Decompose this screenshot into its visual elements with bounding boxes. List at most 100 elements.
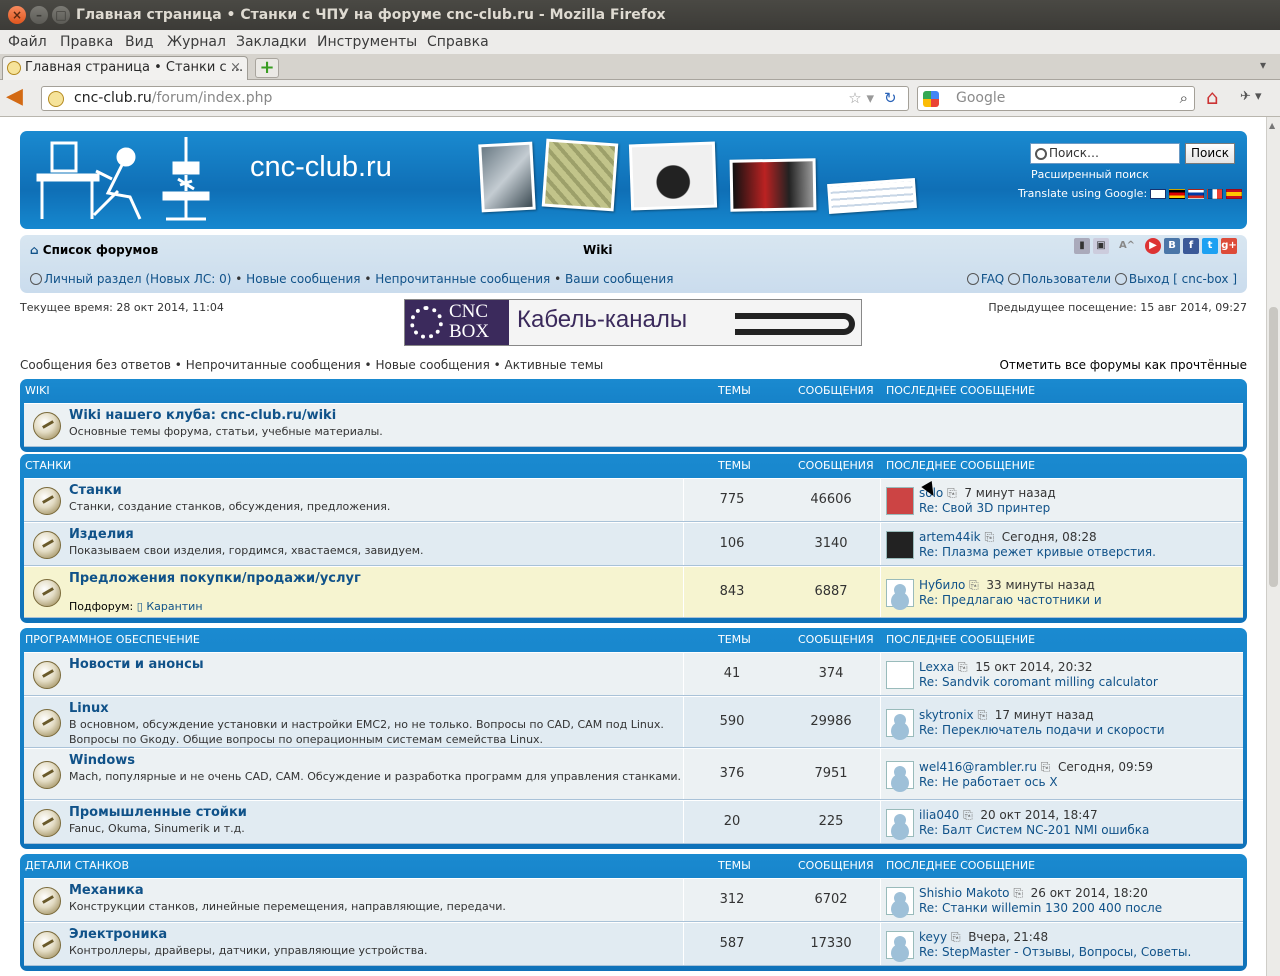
google-icon[interactable] bbox=[923, 91, 939, 107]
last-post-author[interactable]: Нубило bbox=[919, 578, 965, 592]
scroll-up-icon[interactable]: ▲ bbox=[1269, 121, 1275, 130]
last-post-title[interactable]: Re: Не работает ось X bbox=[919, 775, 1058, 789]
forum-title[interactable]: Windows bbox=[69, 753, 135, 768]
avatar[interactable] bbox=[886, 579, 914, 607]
last-post-title[interactable]: Re: Переключатель подачи и скорости bbox=[919, 723, 1165, 737]
scrollbar-thumb[interactable] bbox=[1269, 307, 1278, 587]
users-link[interactable]: Пользователи bbox=[1022, 272, 1111, 286]
last-post-title[interactable]: Re: Sandvik coromant milling calculator bbox=[919, 675, 1158, 689]
view-post-icon[interactable]: ⎘ bbox=[984, 530, 994, 544]
new-tab-button[interactable]: + bbox=[255, 58, 279, 78]
avatar[interactable] bbox=[886, 709, 914, 737]
flag-fr-icon[interactable] bbox=[1207, 188, 1224, 199]
menu-view[interactable]: Вид bbox=[125, 30, 153, 54]
faq-link[interactable]: FAQ bbox=[981, 272, 1004, 286]
last-post-author[interactable]: keyy bbox=[919, 930, 947, 944]
advanced-search-link[interactable]: Расширенный поиск bbox=[1031, 168, 1149, 181]
logout-link[interactable]: Выход [ cnc-box ] bbox=[1129, 272, 1237, 286]
tab-list-icon[interactable]: ▾ bbox=[1260, 58, 1266, 72]
view-post-icon[interactable]: ⎘ bbox=[947, 486, 957, 500]
category-title[interactable]: Станки bbox=[25, 454, 71, 478]
view-post-icon[interactable]: ⎘ bbox=[1013, 886, 1023, 900]
vk-icon[interactable]: B bbox=[1164, 238, 1180, 254]
avatar[interactable] bbox=[886, 809, 914, 837]
last-post-title[interactable]: Re: Свой 3D принтер bbox=[919, 501, 1050, 515]
last-post-title[interactable]: Re: Предлагаю частотники и bbox=[919, 593, 1102, 607]
home-icon[interactable]: ⌂ bbox=[1206, 86, 1228, 108]
menu-file[interactable]: Файл bbox=[8, 30, 47, 54]
youtube-icon[interactable]: ▶ bbox=[1145, 238, 1161, 254]
view-post-icon[interactable]: ⎘ bbox=[977, 708, 987, 722]
last-post-title[interactable]: Re: Плазма режет кривые отверстия. bbox=[919, 545, 1156, 559]
magnifier-icon[interactable]: ⌕ bbox=[1180, 87, 1188, 110]
search-input[interactable]: Поиск… bbox=[1030, 143, 1180, 164]
last-post-title[interactable]: Re: Балт Систем NC-201 NMI ошибка bbox=[919, 823, 1149, 837]
category-title[interactable]: Программное обеспечение bbox=[25, 628, 200, 652]
menu-help[interactable]: Справка bbox=[427, 30, 489, 54]
flag-uk-icon[interactable] bbox=[1150, 188, 1167, 199]
avatar[interactable] bbox=[886, 761, 914, 789]
last-post-author[interactable]: Shishio Makoto bbox=[919, 886, 1010, 900]
page-scrollbar[interactable]: ▲ bbox=[1266, 117, 1280, 976]
mark-read-link[interactable]: Отметить все форумы как прочтённые bbox=[999, 358, 1247, 372]
menu-bookmarks[interactable]: Закладки bbox=[236, 30, 307, 54]
view-post-icon[interactable]: ⎘ bbox=[951, 930, 961, 944]
search-button[interactable]: Поиск bbox=[1185, 143, 1235, 164]
category-title[interactable]: Wiki bbox=[25, 379, 50, 403]
view-post-icon[interactable]: ⎘ bbox=[963, 808, 973, 822]
wiki-link[interactable]: Wiki bbox=[583, 243, 612, 257]
google-plus-icon[interactable]: g+ bbox=[1221, 238, 1237, 254]
avatar[interactable] bbox=[886, 531, 914, 559]
facebook-icon[interactable]: f bbox=[1183, 238, 1199, 254]
flag-es-icon[interactable] bbox=[1226, 188, 1243, 199]
forum-title[interactable]: Предложения покупки/продажи/услуг bbox=[69, 571, 361, 586]
menu-edit[interactable]: Правка bbox=[60, 30, 113, 54]
close-tab-icon[interactable]: × bbox=[230, 57, 241, 79]
view-post-icon[interactable]: ⎘ bbox=[958, 660, 968, 674]
forum-title[interactable]: Станки bbox=[69, 483, 122, 498]
site-name[interactable]: cnc-club.ru bbox=[250, 151, 392, 184]
new-posts-link[interactable]: Новые сообщения bbox=[246, 272, 360, 286]
search-engine-box[interactable]: Google ⌕ bbox=[917, 86, 1195, 111]
forum-title[interactable]: Промышленные стойки bbox=[69, 805, 247, 820]
avatar[interactable] bbox=[886, 487, 914, 515]
avatar[interactable] bbox=[886, 931, 914, 959]
your-posts-link[interactable]: Ваши сообщения bbox=[565, 272, 673, 286]
close-window-button[interactable]: × bbox=[8, 6, 26, 24]
url-bar[interactable]: cnc-club.ru/forum/index.php ☆ ▾ ↻ bbox=[41, 86, 909, 111]
forum-title[interactable]: Wiki нашего клуба: cnc-club.ru/wiki bbox=[69, 408, 336, 423]
mobile-icon[interactable]: ▮ bbox=[1074, 238, 1090, 254]
flag-ru-icon[interactable] bbox=[1188, 188, 1205, 199]
tab-active[interactable]: Главная страница • Станки с ... × bbox=[2, 56, 248, 80]
menu-history[interactable]: Журнал bbox=[167, 30, 226, 54]
forum-title[interactable]: Linux bbox=[69, 701, 109, 716]
avatar[interactable] bbox=[886, 887, 914, 915]
maximize-window-button[interactable]: □ bbox=[52, 6, 70, 24]
last-post-author[interactable]: ilia040 bbox=[919, 808, 959, 822]
image-icon[interactable]: ▣ bbox=[1093, 238, 1109, 254]
last-post-title[interactable]: Re: StepMaster - Отзывы, Вопросы, Советы… bbox=[919, 945, 1191, 959]
last-post-author[interactable]: skytronix bbox=[919, 708, 974, 722]
bookmark-star-icon[interactable]: ☆ ▾ bbox=[848, 87, 874, 110]
subforum-link[interactable]: Карантин bbox=[146, 600, 202, 613]
private-messages-link[interactable]: Личный раздел (Новых ЛС: 0) bbox=[44, 272, 231, 286]
last-post-author[interactable]: wel416@rambler.ru bbox=[919, 760, 1037, 774]
font-size-icon[interactable]: A^ bbox=[1112, 238, 1142, 254]
category-title[interactable]: Детали станков bbox=[25, 854, 129, 878]
menu-tools[interactable]: Инструменты bbox=[317, 30, 417, 54]
back-button[interactable]: ◀ bbox=[6, 86, 30, 109]
view-post-icon[interactable]: ⎘ bbox=[969, 578, 979, 592]
last-post-author[interactable]: Lexxa bbox=[919, 660, 954, 674]
twitter-icon[interactable]: t bbox=[1202, 238, 1218, 254]
reload-icon[interactable]: ↻ bbox=[884, 89, 902, 107]
forum-list-link[interactable]: ⌂ Список форумов bbox=[30, 243, 158, 257]
quick-links[interactable]: Сообщения без ответов • Непрочитанные со… bbox=[20, 358, 603, 372]
forum-title[interactable]: Изделия bbox=[69, 527, 134, 542]
minimize-window-button[interactable]: – bbox=[30, 6, 48, 24]
view-post-icon[interactable]: ⎘ bbox=[1041, 760, 1051, 774]
unread-posts-link[interactable]: Непрочитанные сообщения bbox=[375, 272, 550, 286]
forum-title[interactable]: Механика bbox=[69, 883, 144, 898]
last-post-author[interactable]: artem44ik bbox=[919, 530, 981, 544]
forum-title[interactable]: Новости и анонсы bbox=[69, 657, 204, 672]
avatar[interactable] bbox=[886, 661, 914, 689]
